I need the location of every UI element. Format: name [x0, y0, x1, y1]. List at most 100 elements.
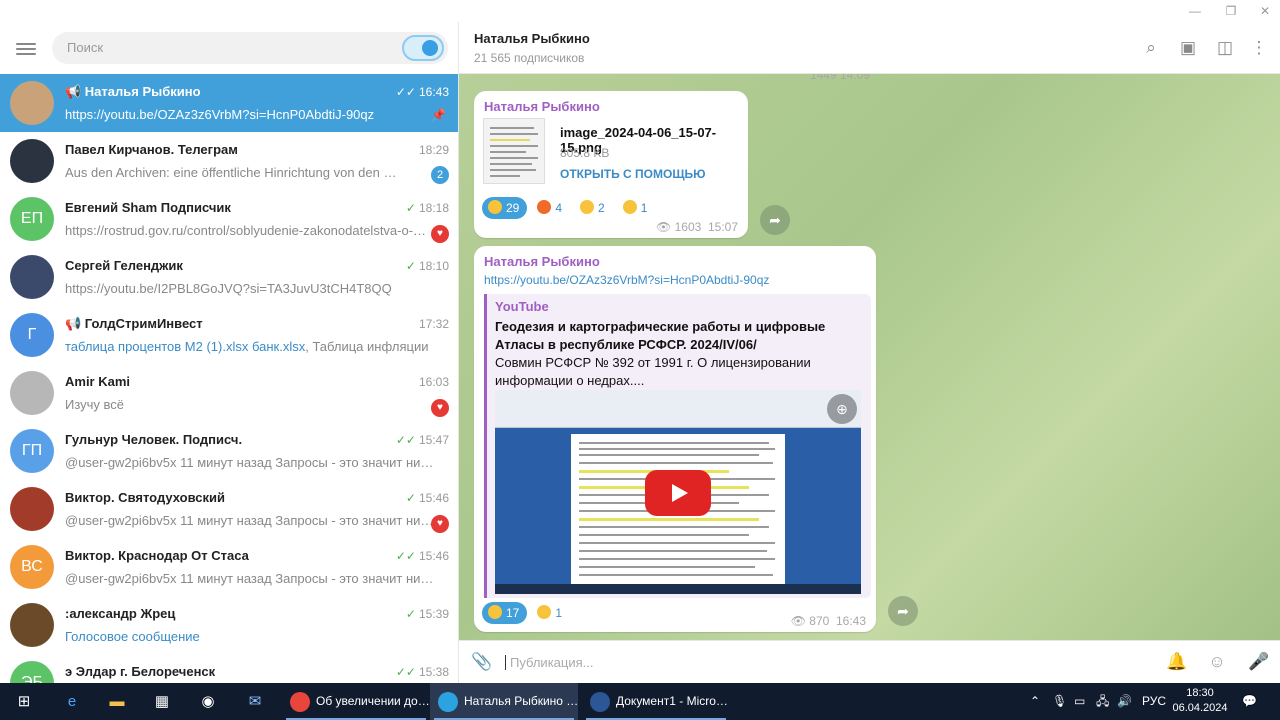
chat-time: ✓✓ 15:47 [396, 433, 449, 447]
taskbar-app-label: Документ1 - Micro… [616, 694, 728, 708]
chat-time: ✓ 18:10 [406, 259, 449, 273]
chat-header: Наталья Рыбкино 21 565 подписчиков ⌕ ▣ ◫… [459, 22, 1280, 74]
chat-avatar [10, 139, 54, 183]
volume-icon[interactable]: 🔊 [1117, 683, 1132, 720]
chat-time-text: 18:18 [418, 201, 449, 215]
reaction-chip[interactable]: 1 [616, 197, 656, 219]
taskbar-app-button[interactable]: Наталья Рыбкино … [430, 683, 578, 720]
hamburger-menu-icon[interactable] [14, 40, 38, 58]
search-icon[interactable]: ⌕ [1141, 38, 1161, 58]
message-sender[interactable]: Наталья Рыбкино [484, 99, 600, 114]
preview-description: Совмин РСФСР № 392 от 1991 г. О лицензир… [495, 355, 811, 388]
search-input[interactable]: Поиск [52, 32, 448, 64]
read-check-icon: ✓ [405, 491, 416, 505]
chat-name: Гульнур Человек. Подписч. [65, 432, 243, 447]
zoom-icon[interactable]: ⊕ [827, 394, 857, 424]
file-message[interactable]: Наталья Рыбкино image_2024-04-06_15-07-1… [474, 91, 748, 238]
open-with-button[interactable]: ОТКРЫТЬ С ПОМОЩЬЮ [560, 167, 706, 181]
chat-list-item[interactable]: Виктор. Святодуховский ✓ 15:46 @user-gw2pi6… [0, 480, 458, 538]
chat-name: Amir Kami [65, 374, 131, 389]
reaction-chip[interactable]: 29 [482, 197, 528, 219]
attach-icon[interactable]: 📎 [471, 652, 492, 672]
reaction-chip[interactable]: 17 [482, 602, 528, 624]
chat-name: Евгений Sham Подписчик [65, 200, 231, 215]
chat-list-item[interactable]: ГП Гульнур Человек. Подписч. ✓✓ 15:47 @user-… [0, 422, 458, 480]
subscriber-count: 21 565 подписчиков [474, 51, 585, 65]
chat-avatar [10, 487, 54, 531]
message-input[interactable]: Публикация... [505, 655, 593, 670]
taskbar-app-button[interactable]: Документ1 - Micro… [582, 683, 730, 720]
chat-preview-text: @user-gw2pi6bv5x 11 минут назад Запросы … [65, 571, 435, 586]
reaction-chip[interactable]: 4 [531, 197, 571, 219]
windows-start-icon[interactable]: ⊞ [6, 687, 42, 717]
chat-preview-text: https://youtu.be/I2PBL8GoJVQ?si=TA3JuvU3… [65, 281, 392, 296]
live-stream-icon[interactable]: ▣ [1178, 38, 1198, 58]
read-check-icon: ✓✓ [395, 665, 416, 679]
forward-share-icon[interactable]: ➦ [760, 205, 790, 235]
chat-list-item[interactable]: Павел Кирчанов. Телеграм 18:29 Aus den Arc… [0, 132, 458, 190]
minimize-button[interactable]: — [1180, 2, 1210, 20]
app-icon [290, 692, 310, 712]
chat-preview: @user-gw2pi6bv5x 11 минут назад Запросы … [65, 455, 435, 470]
link-preview[interactable]: YouTube Геодезия и картографические рабо… [484, 294, 871, 598]
chat-list-item[interactable]: Г 📢 ГолдСтримИнвест 17:32 таблица процентов… [0, 306, 458, 364]
mail-icon[interactable]: ✉ [237, 687, 273, 717]
read-check-icon: ✓✓ [395, 549, 416, 563]
emoji-icon[interactable]: ☺ [1207, 652, 1227, 672]
tray-device-icon[interactable]: ▭ [1074, 683, 1085, 720]
chat-time-text: 15:47 [418, 433, 449, 447]
close-button[interactable]: ✕ [1250, 2, 1280, 20]
read-check-icon: ✓ [405, 201, 416, 215]
chat-avatar: ЕП [10, 197, 54, 241]
chat-name: э Элдар г. Белореченск [65, 664, 216, 679]
chat-list-item[interactable]: :александр Жрец ✓ 15:39 Голосовое сообщение [0, 596, 458, 654]
video-thumbnail[interactable]: ⊕ [495, 390, 861, 594]
chat-list-item[interactable]: ЕП Евгений Sham Подписчик ✓ 18:18 https://ro… [0, 190, 458, 248]
notifications-icon[interactable]: 💬 [1242, 683, 1257, 720]
clock[interactable]: 18:30 06.04.2024 [1170, 686, 1230, 716]
edge-browser-icon[interactable]: e [54, 687, 90, 717]
chat-list-item[interactable]: 📢 Наталья Рыбкино ✓✓ 16:43 https://youtu.be… [0, 74, 458, 132]
chat-time: ✓ 18:18 [406, 201, 449, 215]
language-indicator[interactable]: РУС [1142, 683, 1166, 720]
message-sender[interactable]: Наталья Рыбкино [484, 254, 600, 269]
network-icon[interactable]: 🖧 [1096, 683, 1109, 720]
chat-list-item[interactable]: ЭБ э Элдар г. Белореченск ✓✓ 15:38 [0, 654, 458, 683]
chat-list-item[interactable]: ВС Виктор. Краснодар От Стаса ✓✓ 15:46 @user… [0, 538, 458, 596]
store-icon[interactable]: ▦ [144, 687, 180, 717]
chat-time-text: 15:38 [418, 665, 449, 679]
chat-list-item[interactable]: Сергей Геленджик ✓ 18:10 https://youtu.be/I… [0, 248, 458, 306]
chat-title[interactable]: Наталья Рыбкино [474, 31, 590, 46]
tray-mic-icon[interactable]: 🎙 [1052, 683, 1067, 720]
taskbar-app-label: Об увеличении до… [316, 694, 430, 708]
file-explorer-icon[interactable]: ▬ [99, 687, 135, 717]
chat-preview: @user-gw2pi6bv5x 11 минут назад Запросы … [65, 571, 435, 586]
forward-share-icon[interactable]: ➦ [888, 596, 918, 626]
taskbar-app-button[interactable]: Об увеличении до… [282, 683, 430, 720]
reaction-emoji-icon [488, 605, 502, 619]
reaction-chip[interactable]: 2 [574, 197, 613, 219]
heart-reaction-icon: ♥ [431, 225, 449, 243]
obs-icon[interactable]: ◉ [190, 687, 226, 717]
more-options-icon[interactable]: ⋮ [1249, 38, 1269, 58]
heart-reaction-icon: ♥ [431, 515, 449, 533]
chat-name: :александр Жрец [65, 606, 176, 621]
file-thumbnail[interactable] [483, 118, 545, 184]
reaction-chip[interactable]: 1 [531, 602, 571, 624]
message-link[interactable]: https://youtu.be/OZAz3z6VrbM?si=HcnP0Abd… [484, 273, 769, 287]
chat-time-text: 16:03 [418, 375, 449, 389]
messages-area[interactable]: 1449 14:09 Наталья Рыбкино image_2024-04… [459, 74, 1280, 640]
chat-name: Павел Кирчанов. Телеграм [65, 142, 238, 157]
chat-list-item[interactable]: Amir Kami 16:03 Изучу всё ♥ [0, 364, 458, 422]
restore-button[interactable]: ❐ [1216, 2, 1246, 20]
notification-bell-icon[interactable]: 🔔 [1166, 652, 1187, 672]
play-button-icon[interactable] [645, 470, 711, 516]
app-icon [590, 692, 610, 712]
taskbar-image [495, 584, 861, 594]
views-icon: 👁 [790, 614, 810, 628]
chat-time: ✓ 15:39 [406, 607, 449, 621]
tray-expand-icon[interactable]: ⌃ [1030, 683, 1040, 720]
microphone-icon[interactable]: 🎤 [1248, 652, 1269, 672]
sidebar-toggle-icon[interactable]: ◫ [1215, 38, 1235, 58]
link-message[interactable]: Наталья Рыбкино https://youtu.be/OZAz3z6… [474, 246, 876, 632]
